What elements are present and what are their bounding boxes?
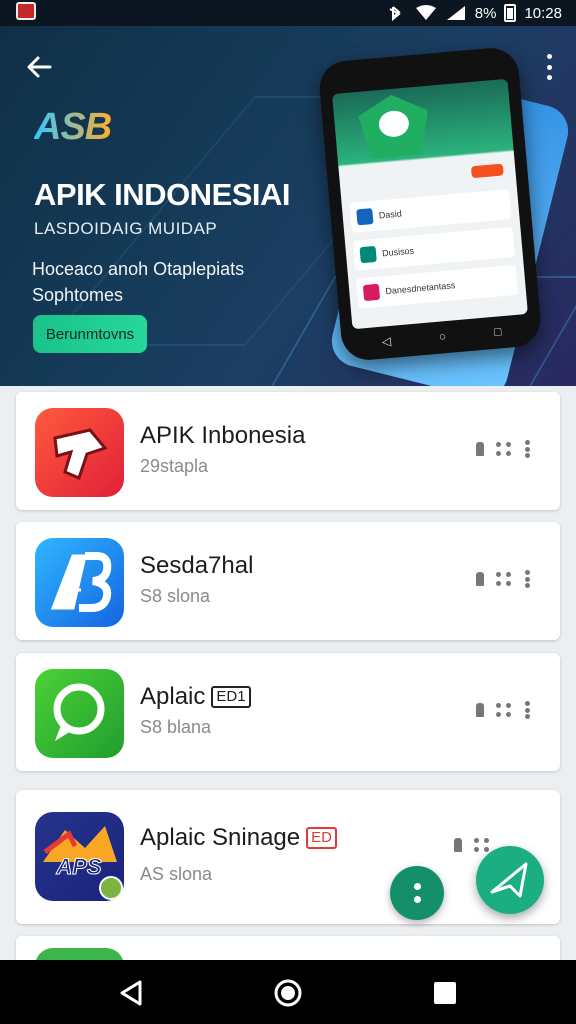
app-badge: ED <box>306 827 337 849</box>
signal-icon <box>446 6 465 20</box>
app-name: Aplaic Sninage ED <box>140 824 337 852</box>
more-fab-button[interactable] <box>390 866 444 920</box>
more-options-icon[interactable] <box>524 701 530 719</box>
phone-screen: Dasid Dusisos Danesdnetantass <box>332 78 528 330</box>
hero-subtitle: LASDOIDAIG MUIDAP <box>34 219 218 238</box>
app-meta: 29stapla <box>140 456 209 476</box>
app-badge: ED1 <box>211 686 251 708</box>
more-options-icon[interactable] <box>524 570 530 588</box>
app-meta: AS slona <box>140 864 213 884</box>
phone-nav: ◁ ○ □ <box>381 324 502 348</box>
phone-row: Dasid <box>349 189 512 233</box>
card-tools <box>476 440 530 458</box>
hero-title: APIK INDONESIAI <box>34 177 291 212</box>
list-item[interactable]: APIK Inbonesia 29stapla <box>16 392 560 510</box>
phone-row-label: Dasid <box>378 208 403 221</box>
grid-icon[interactable] <box>496 703 512 717</box>
back-icon: ◁ <box>381 333 392 349</box>
recents-icon: □ <box>493 324 502 339</box>
app-name: APIK Inbonesia <box>140 422 306 449</box>
back-arrow-icon[interactable] <box>24 52 54 82</box>
grid-icon[interactable] <box>496 572 512 586</box>
phone-button <box>470 163 504 179</box>
list-item[interactable]: Sesda7hal S8 slona <box>16 522 560 640</box>
recents-icon[interactable] <box>430 978 460 1008</box>
status-bar: 8% 10:28 <box>0 0 576 26</box>
home-icon[interactable] <box>273 978 303 1008</box>
app-name: Sesda7hal <box>140 552 254 579</box>
navigation-bar <box>0 960 576 1024</box>
pin-icon[interactable] <box>476 442 484 456</box>
home-icon: ○ <box>438 329 447 344</box>
app-name-text: Aplaic Sninage <box>140 824 301 851</box>
phone-row-label: Danesdnetantass <box>384 280 456 297</box>
apik-app-icon <box>35 408 124 497</box>
phone-row: Danesdnetantass <box>356 264 519 309</box>
app-icon <box>359 245 377 264</box>
clock: 10:28 <box>524 4 562 22</box>
app-name-text: Aplaic <box>140 683 206 710</box>
send-icon <box>490 862 528 898</box>
pin-icon[interactable] <box>476 572 484 586</box>
chat-app-icon <box>35 669 124 758</box>
notification-icon <box>16 2 36 20</box>
back-icon[interactable] <box>116 978 146 1008</box>
pin-icon[interactable] <box>454 838 462 852</box>
app-icon <box>362 283 381 302</box>
phone-illustration: Dasid Dusisos Danesdnetantass ◁ ○ □ <box>317 45 543 363</box>
app-name: Aplaic ED1 <box>140 683 251 711</box>
app-icon <box>356 208 374 226</box>
pin-icon[interactable] <box>476 703 484 717</box>
ab-app-icon <box>35 538 124 627</box>
bluetooth-icon <box>389 6 401 21</box>
wifi-icon <box>415 5 436 20</box>
hero-banner: ASB APIK INDONESIAI LASDOIDAIG MUIDAP Ho… <box>0 26 576 386</box>
aps-app-icon: APS <box>35 812 124 901</box>
card-tools <box>476 701 530 719</box>
phone-row-label: Dusisos <box>381 245 415 259</box>
more-options-icon[interactable] <box>524 440 530 458</box>
more-options-icon[interactable] <box>544 54 554 80</box>
hero-description: Hoceaco anoh Otaplepiats Sophtomes <box>32 259 245 305</box>
svg-text:APS: APS <box>55 854 102 879</box>
battery-percent: 8% <box>474 4 497 22</box>
phone-row: Dusisos <box>352 226 515 271</box>
list-item[interactable]: Aplaic ED1 S8 blana <box>16 653 560 771</box>
app-meta: S8 slona <box>140 586 211 606</box>
status-icons: 8% 10:28 <box>385 3 562 23</box>
app-meta: S8 blana <box>140 717 212 737</box>
grid-icon[interactable] <box>496 442 512 456</box>
hero-cta-button[interactable]: Berunmtovns <box>33 315 147 353</box>
share-fab-button[interactable] <box>476 846 544 914</box>
battery-icon <box>504 4 517 22</box>
brand-logo: ASB <box>34 106 112 148</box>
card-tools <box>476 570 530 588</box>
